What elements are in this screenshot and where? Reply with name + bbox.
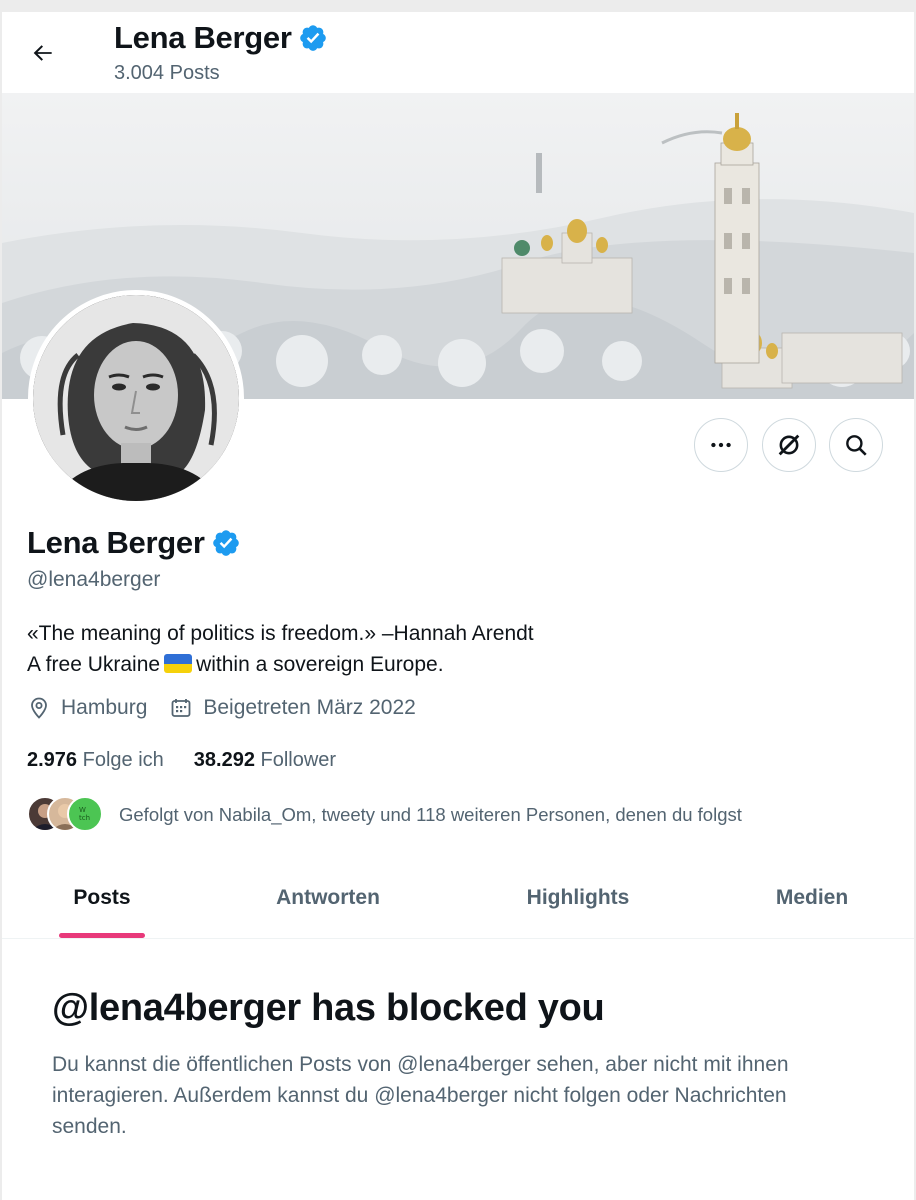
blocked-description: Du kannst die öffentlichen Posts von @le…: [52, 1053, 789, 1138]
top-header: Lena Berger 3.004 Posts: [2, 12, 914, 93]
location-item: Hamburg: [27, 696, 147, 720]
followers-link[interactable]: 38.292 Follower: [194, 749, 336, 772]
bio-line-2: A free Ukraine within a sovereign Europe.: [27, 653, 444, 676]
profile-name: Lena Berger: [27, 525, 205, 560]
more-horizontal-icon: [711, 442, 731, 448]
profile-tabs: Posts Antworten Highlights Medien: [2, 857, 914, 939]
header-name: Lena Berger: [114, 20, 292, 55]
tab-replies[interactable]: Antworten: [248, 857, 408, 939]
blocked-title: @lena4berger has blocked you: [52, 987, 605, 1029]
profile-page: Lena Berger 3.004 Posts Lena Berger @len…: [2, 12, 914, 1200]
verified-badge-icon: [299, 25, 326, 51]
profile-bio: «The meaning of politics is freedom.» –H…: [27, 618, 534, 680]
grok-button[interactable]: [762, 418, 816, 472]
profile-handle: @lena4berger: [27, 568, 161, 591]
ukraine-flag-icon: [164, 654, 193, 673]
avatar-portrait-image: [33, 295, 239, 501]
tab-media[interactable]: Medien: [742, 857, 882, 939]
profile-meta: Hamburg Beigetreten März 2022: [27, 696, 438, 720]
svg-text:W: W: [79, 806, 86, 814]
active-tab-indicator: [59, 933, 145, 938]
verified-badge-icon[interactable]: [211, 528, 241, 558]
location-pin-icon: [31, 697, 47, 719]
calendar-icon: [171, 699, 191, 717]
back-button[interactable]: [24, 34, 62, 72]
arrow-left-icon: [33, 45, 52, 61]
header-post-count: 3.004 Posts: [114, 62, 220, 84]
grok-icon: [778, 434, 800, 456]
followed-by-text: Gefolgt von Nabila_Om, tweety und 118 we…: [119, 804, 742, 825]
followed-by-row[interactable]: Wtch Gefolgt von Nabila_Om, tweety und 1…: [27, 796, 742, 834]
profile-avatar[interactable]: [28, 290, 244, 506]
tab-highlights[interactable]: Highlights: [498, 857, 658, 939]
search-icon: [846, 435, 867, 456]
search-profile-button[interactable]: [829, 418, 883, 472]
svg-text:tch: tch: [79, 814, 90, 822]
following-link[interactable]: 2.976 Folge ich: [27, 749, 164, 772]
profile-stats: 2.976 Folge ich 38.292 Follower: [27, 749, 366, 772]
avatar: Wtch: [67, 796, 103, 832]
joined-item: Beigetreten März 2022: [169, 696, 416, 720]
tab-posts[interactable]: Posts: [32, 857, 172, 939]
followers-you-know-avatars: Wtch: [27, 796, 103, 834]
bio-line-1: «The meaning of politics is freedom.» –H…: [27, 622, 534, 645]
more-button[interactable]: [694, 418, 748, 472]
